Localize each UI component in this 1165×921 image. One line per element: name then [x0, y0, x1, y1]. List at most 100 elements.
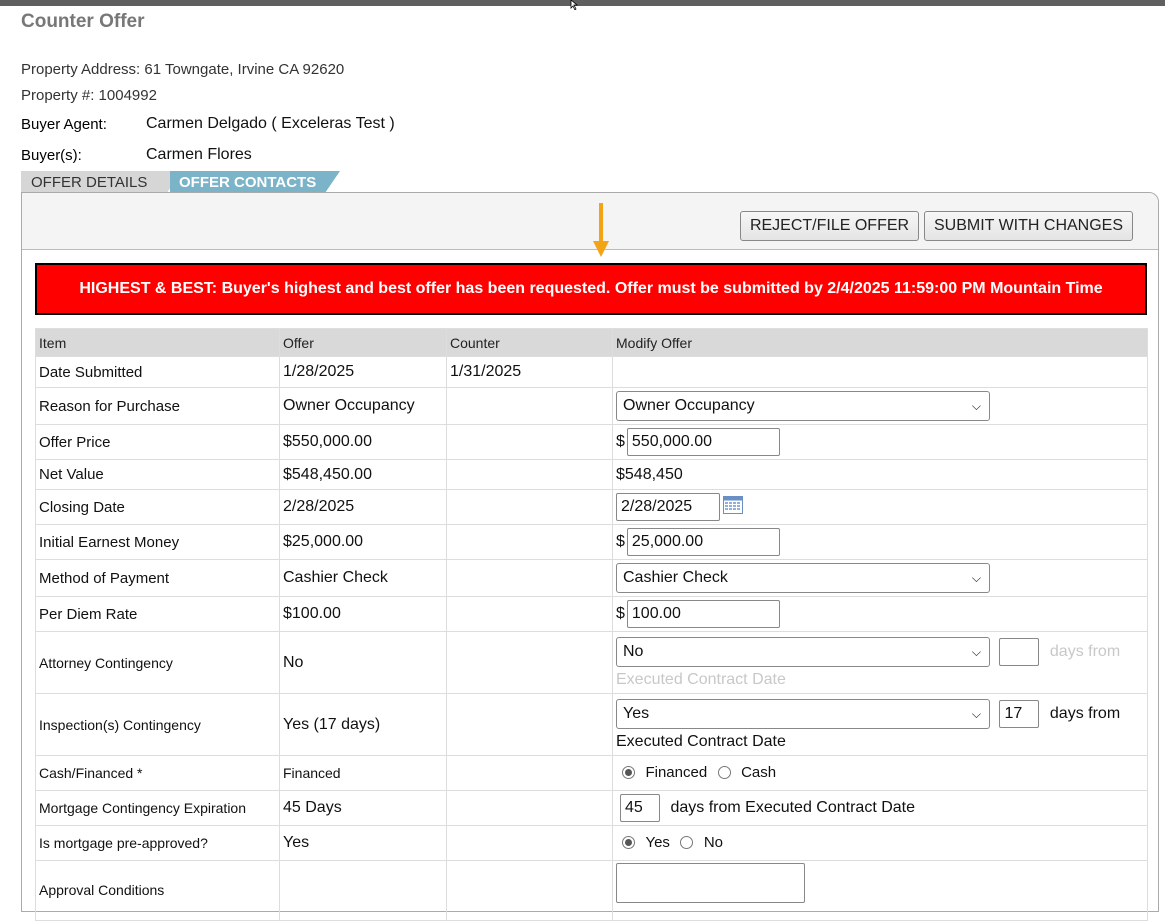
row-offer: 1/28/2025: [279, 356, 447, 388]
preapproved-no-radio[interactable]: [680, 836, 694, 850]
property-number-label: Property #:: [21, 87, 95, 104]
row-offer: $550,000.00: [279, 424, 447, 460]
row-offer: [279, 860, 447, 921]
row-item: Approval Conditions: [35, 860, 280, 921]
row-item: Offer Price: [35, 424, 280, 460]
property-number: Property #: 1004992: [21, 87, 157, 104]
property-number-value: 1004992: [98, 87, 157, 104]
inspection-days-input[interactable]: 17: [999, 699, 1040, 728]
row-modify: $100.00: [612, 596, 1148, 632]
row-counter: [446, 825, 613, 861]
row-item: Inspection(s) Contingency: [35, 693, 280, 756]
row-item: Initial Earnest Money: [35, 524, 280, 560]
row-offer: Owner Occupancy: [279, 387, 447, 425]
preapproved-yes-radio[interactable]: [622, 836, 635, 850]
attorney-days-from: days from: [1049, 642, 1121, 660]
row-offer: $25,000.00: [279, 524, 447, 560]
row-modify: $550,000.00: [612, 424, 1148, 460]
row-counter: [446, 459, 613, 490]
mortgage-days-suffix: days from Executed Contract Date: [670, 799, 916, 817]
financed-radio[interactable]: [622, 766, 635, 780]
preapproved-no-label: No: [703, 834, 724, 851]
property-address-value: 61 Towngate, Irvine CA 92620: [144, 61, 345, 78]
approval-conditions-textarea[interactable]: [616, 863, 805, 903]
submit-with-changes-button[interactable]: SUBMIT WITH CHANGES: [924, 211, 1133, 241]
row-offer: Yes: [279, 825, 447, 861]
tab-offer-contacts[interactable]: OFFER CONTACTS: [170, 171, 340, 193]
cash-radio[interactable]: [717, 766, 731, 780]
attorney-days-input[interactable]: [999, 637, 1040, 666]
row-item: Mortgage Contingency Expiration: [35, 790, 280, 826]
row-counter: 1/31/2025: [446, 356, 613, 388]
row-modify: [612, 860, 1148, 921]
toolbar: REJECT/FILE OFFER SUBMIT WITH CHANGES: [22, 193, 1158, 257]
attorney-contingency-select[interactable]: No ⌵: [616, 636, 990, 667]
row-offer: 2/28/2025: [279, 489, 447, 525]
row-counter: [446, 387, 613, 425]
chevron-down-icon: ⌵: [971, 644, 981, 659]
payment-method-select-value: Cashier Check: [623, 569, 728, 586]
earnest-money-input[interactable]: 25,000.00: [626, 528, 780, 556]
reason-select-value: Owner Occupancy: [623, 397, 755, 414]
table-row: Mortgage Contingency Expiration 45 Days …: [35, 790, 1148, 826]
inspection-contingency-select[interactable]: Yes ⌵: [616, 698, 990, 729]
mouse-cursor-icon: [570, 0, 579, 10]
buyers-value: Carmen Flores: [146, 146, 252, 163]
financed-label: Financed: [645, 764, 708, 781]
row-modify: Owner Occupancy ⌵: [612, 387, 1148, 425]
inspection-select-value: Yes: [623, 704, 650, 722]
inspection-days-from: days from: [1049, 704, 1121, 722]
row-counter: [446, 860, 613, 921]
table-row: Date Submitted 1/28/2025 1/31/2025: [35, 356, 1148, 388]
buyer-agent-label: Buyer Agent:: [21, 116, 107, 133]
table-row: Is mortgage pre-approved? Yes Yes No: [35, 825, 1148, 861]
row-item: Date Submitted: [35, 356, 280, 388]
chevron-down-icon: ⌵: [971, 571, 981, 585]
row-counter: [446, 755, 613, 791]
header-counter: Counter: [446, 328, 613, 357]
table-row: Method of Payment Cashier Check Cashier …: [35, 559, 1148, 597]
mortgage-days-input[interactable]: 45: [620, 794, 660, 822]
calendar-icon[interactable]: [723, 495, 743, 519]
header-offer: Offer: [279, 328, 447, 357]
header-item: Item: [35, 328, 280, 357]
header-modify-offer: Modify Offer: [612, 328, 1148, 357]
reject-file-offer-button[interactable]: REJECT/FILE OFFER: [740, 211, 919, 241]
table-row: Closing Date 2/28/2025 2/28/2025: [35, 489, 1148, 525]
per-diem-input[interactable]: 100.00: [626, 600, 780, 628]
cash-label: Cash: [741, 764, 777, 781]
table-row: Attorney Contingency No No ⌵ days from Ex…: [35, 631, 1148, 694]
buyers-label: Buyer(s):: [21, 147, 82, 164]
table-row: Per Diem Rate $100.00 $100.00: [35, 596, 1148, 632]
down-arrow-icon: [593, 203, 609, 257]
table-row: Net Value $548,450.00 $548,450: [35, 459, 1148, 490]
row-modify: Cashier Check ⌵: [612, 559, 1148, 597]
offer-price-input[interactable]: 550,000.00: [626, 428, 780, 456]
table-row: Reason for Purchase Owner Occupancy Owne…: [35, 387, 1148, 425]
table-row: Approval Conditions: [35, 860, 1148, 921]
row-modify: Yes ⌵ 17 days from Executed Contract Date: [612, 693, 1148, 756]
chevron-down-icon: ⌵: [971, 706, 981, 721]
payment-method-select[interactable]: Cashier Check ⌵: [616, 563, 990, 593]
offer-table: Item Offer Counter Modify Offer Date Sub…: [35, 328, 1148, 921]
closing-date-input[interactable]: 2/28/2025: [616, 493, 720, 521]
row-modify: [612, 356, 1148, 388]
row-item: Method of Payment: [35, 559, 280, 597]
row-offer: Yes (17 days): [279, 693, 447, 756]
tab-offer-details[interactable]: OFFER DETAILS: [21, 171, 181, 193]
table-row: Inspection(s) Contingency Yes (17 days) …: [35, 693, 1148, 756]
row-offer: Cashier Check: [279, 559, 447, 597]
row-modify: 2/28/2025: [612, 489, 1148, 525]
row-modify: Financed Cash: [612, 755, 1148, 791]
buyer-agent-value: Carmen Delgado ( Exceleras Test ): [146, 115, 395, 132]
row-item: Attorney Contingency: [35, 631, 280, 694]
row-item: Closing Date: [35, 489, 280, 525]
browser-top-bar: [0, 0, 1165, 6]
property-address: Property Address: 61 Towngate, Irvine CA…: [21, 61, 344, 78]
table-row: Cash/Financed * Financed Financed Cash: [35, 755, 1148, 791]
row-item: Is mortgage pre-approved?: [35, 825, 280, 861]
row-counter: [446, 489, 613, 525]
currency-symbol: $: [616, 533, 625, 550]
reason-select[interactable]: Owner Occupancy ⌵: [616, 391, 990, 421]
row-item: Per Diem Rate: [35, 596, 280, 632]
